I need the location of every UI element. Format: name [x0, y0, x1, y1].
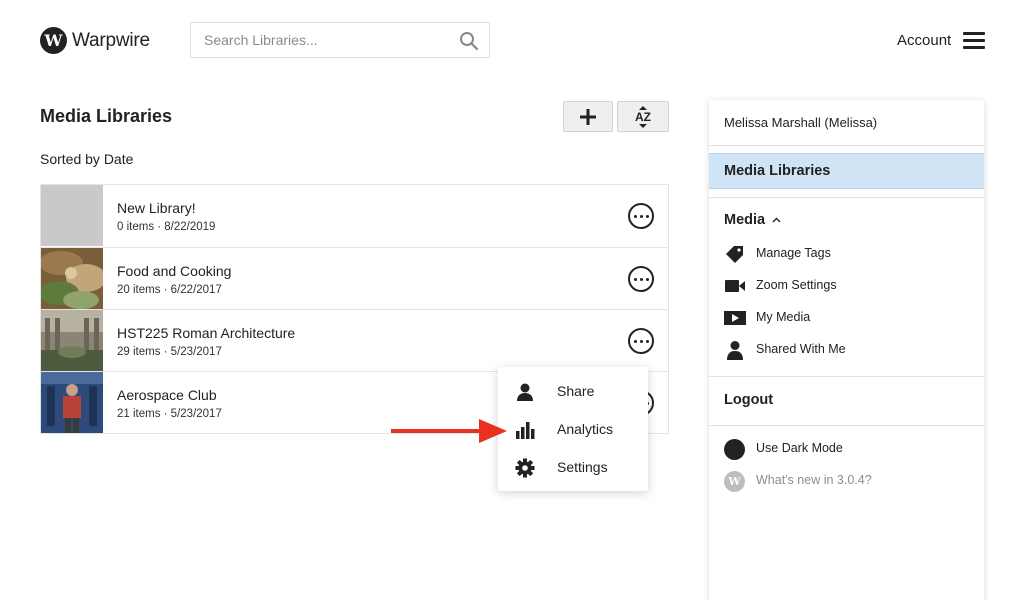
nav-item-label: Manage Tags: [756, 246, 831, 260]
nav-item-label: My Media: [756, 310, 811, 324]
video-camera-icon: [725, 280, 745, 292]
search-input[interactable]: [191, 23, 451, 57]
search-box: [190, 22, 490, 58]
search-icon[interactable]: [459, 31, 479, 51]
gear-icon: [515, 458, 535, 478]
library-name[interactable]: Food and Cooking: [117, 263, 231, 279]
nav-item-media-libraries[interactable]: Media Libraries: [709, 153, 984, 189]
hamburger-menu-icon[interactable]: [963, 32, 985, 49]
library-options-menu: Share Analytics Settings: [498, 367, 648, 491]
play-icon: [724, 311, 746, 325]
media-section-toggle[interactable]: Media: [724, 212, 781, 228]
menu-item-share[interactable]: Share: [498, 372, 648, 410]
library-meta: 0 items · 8/22/2019: [117, 221, 216, 233]
nav-item-label: Zoom Settings: [756, 278, 837, 292]
library-name[interactable]: New Library!: [117, 200, 196, 216]
nav-item-label: Media Libraries: [724, 163, 831, 179]
library-thumbnail: [41, 185, 103, 246]
page-title: Media Libraries: [40, 106, 173, 126]
menu-item-settings[interactable]: Settings: [498, 448, 648, 486]
logo-text: Warpwire: [72, 29, 150, 51]
person-icon: [727, 341, 743, 360]
account-side-panel: Melissa Marshall (Melissa) Media Librari…: [709, 100, 984, 600]
sorted-label: Sorted by Date: [40, 151, 134, 167]
dark-mode-toggle-icon[interactable]: [724, 439, 745, 460]
sort-az-label: AZ: [635, 110, 651, 124]
library-thumbnail: [41, 248, 103, 309]
logo-mark-icon: W: [40, 27, 67, 54]
sort-az-icon: AZ: [635, 105, 651, 128]
library-meta: 29 items · 5/23/2017: [117, 346, 222, 358]
library-meta: 21 items · 5/23/2017: [117, 408, 222, 420]
menu-item-label: Settings: [557, 459, 608, 475]
library-row[interactable]: New Library! 0 items · 8/22/2019: [41, 185, 668, 247]
nav-item-label: Shared With Me: [756, 342, 846, 356]
library-row[interactable]: Food and Cooking 20 items · 6/22/2017: [41, 247, 668, 309]
plus-icon: [580, 108, 596, 125]
menu-item-label: Analytics: [557, 421, 614, 437]
sort-az-button[interactable]: AZ: [617, 101, 669, 132]
more-options-icon[interactable]: [628, 328, 654, 354]
library-thumbnail: [41, 310, 103, 371]
library-name[interactable]: HST225 Roman Architecture: [117, 325, 295, 341]
logout-link[interactable]: Logout: [724, 392, 773, 408]
menu-item-label: Share: [557, 383, 595, 399]
tag-icon: [726, 246, 743, 263]
library-meta: 20 items · 6/22/2017: [117, 284, 222, 296]
whats-new-link[interactable]: What's new in 3.0.4?: [756, 473, 872, 487]
library-row[interactable]: HST225 Roman Architecture 29 items · 5/2…: [41, 309, 668, 371]
more-options-icon[interactable]: [628, 203, 654, 229]
library-thumbnail: [41, 372, 103, 433]
bar-chart-icon: [516, 422, 535, 439]
annotation-arrow-icon: [391, 419, 507, 443]
menu-item-analytics[interactable]: Analytics: [498, 410, 648, 448]
warpwire-logo[interactable]: W Warpwire: [40, 27, 150, 54]
person-icon: [517, 383, 533, 401]
divider: [709, 425, 984, 426]
divider: [709, 197, 984, 198]
more-options-icon[interactable]: [628, 266, 654, 292]
warpwire-logo-icon: W: [724, 471, 745, 492]
account-link[interactable]: Account: [897, 32, 951, 49]
divider: [709, 145, 984, 146]
chevron-up-icon: [772, 217, 781, 223]
add-library-button[interactable]: [563, 101, 613, 132]
divider: [709, 376, 984, 377]
dark-mode-label[interactable]: Use Dark Mode: [756, 441, 843, 455]
media-section-label: Media: [724, 212, 766, 228]
library-name[interactable]: Aerospace Club: [117, 387, 217, 403]
user-name: Melissa Marshall (Melissa): [724, 115, 878, 130]
